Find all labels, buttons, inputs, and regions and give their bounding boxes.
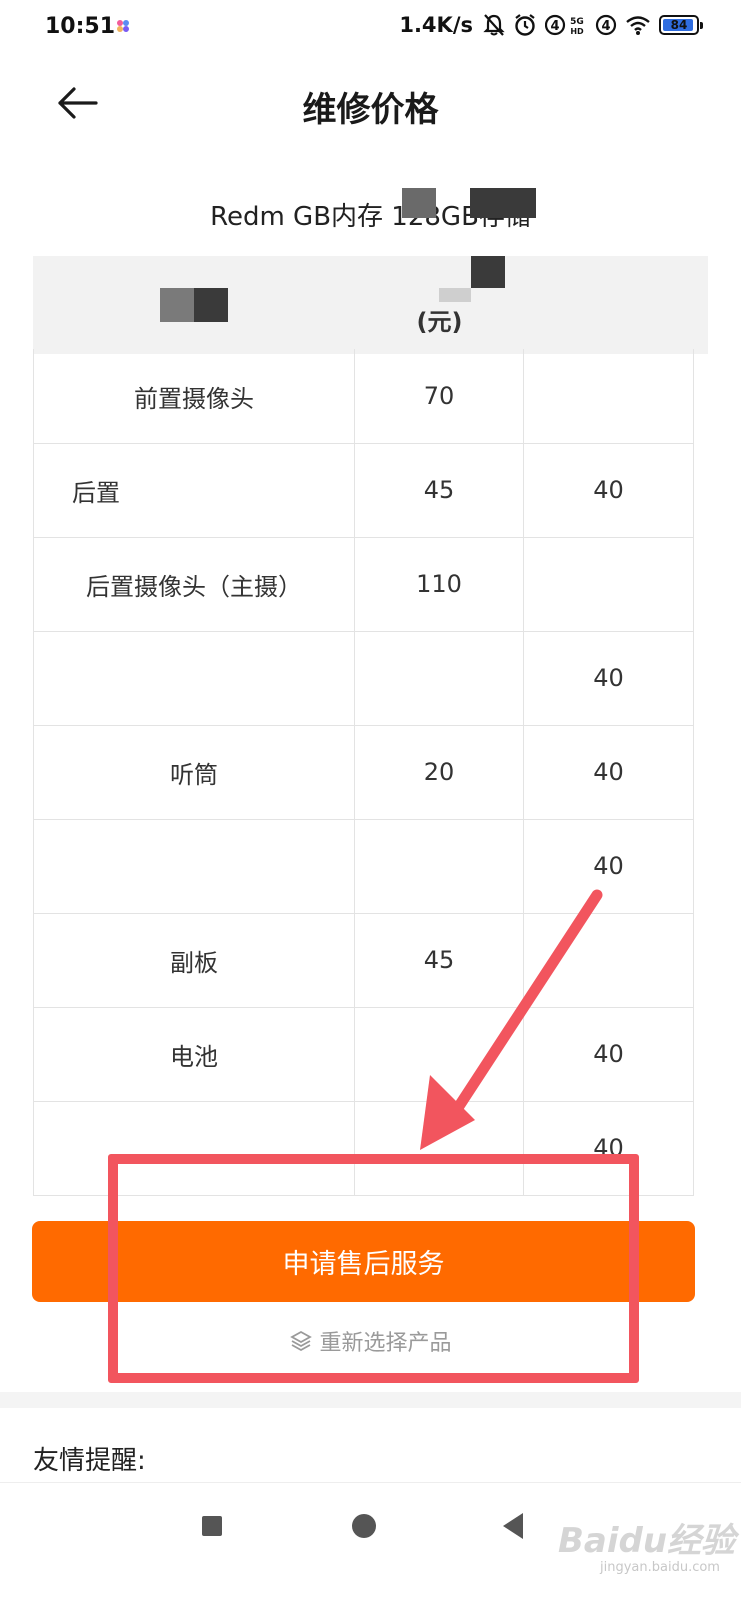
- battery-level: 84: [670, 18, 688, 32]
- annotation-arrow-icon: [420, 889, 603, 1150]
- section-divider: [0, 1392, 741, 1408]
- recent-apps-button[interactable]: [202, 1516, 222, 1536]
- reminder-title: 友情提醒:: [33, 1446, 146, 1476]
- watermark-url: jingyan.baidu.com: [600, 1560, 720, 1575]
- home-button[interactable]: [352, 1514, 376, 1538]
- system-back-button[interactable]: [503, 1513, 523, 1539]
- watermark-logo: Baidu经验: [558, 1521, 736, 1561]
